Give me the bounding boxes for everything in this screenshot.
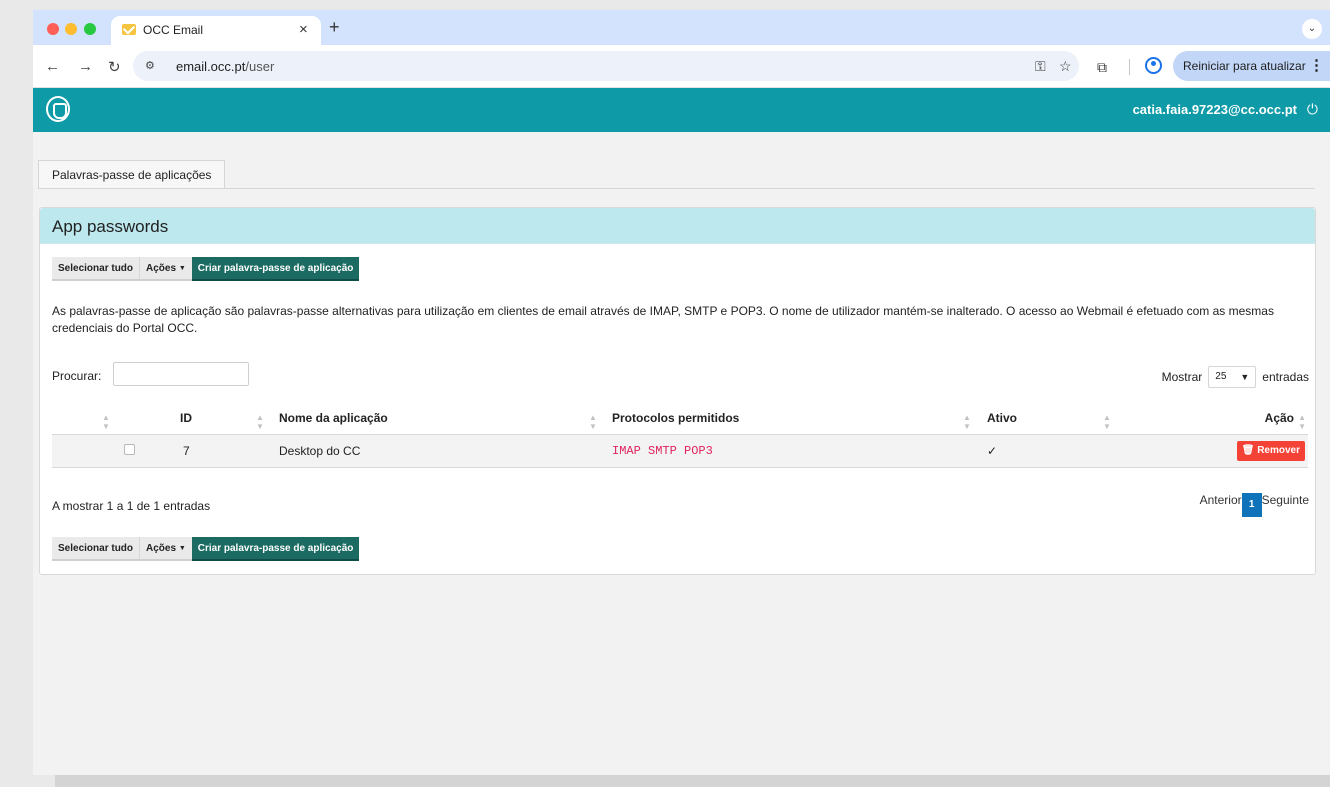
- actions-dropdown[interactable]: Ações ▼: [139, 257, 192, 281]
- tab-app-passwords[interactable]: Palavras-passe de aplicações: [38, 160, 226, 188]
- show-label: Mostrar: [1161, 370, 1203, 384]
- row-checkbox[interactable]: [124, 443, 135, 455]
- page-length-control: Mostrar 25 ▼ entradas: [1162, 366, 1309, 388]
- actions-dropdown-bottom[interactable]: Ações ▼: [139, 537, 192, 561]
- column-header-name[interactable]: Nome da aplicação ▲ ▼: [279, 402, 612, 435]
- panel-header: App passwords: [40, 208, 1315, 244]
- row-active-cell: ✓: [987, 434, 1110, 468]
- create-app-password-button[interactable]: Criar palavra-passe de aplicação: [191, 257, 360, 281]
- browser-toolbar: ← → ↻ ⚙ email.occ.pt/user ⚿ ☆ ⧉ Reinicia…: [33, 45, 1330, 88]
- page-1-button[interactable]: 1: [1241, 493, 1262, 517]
- restart-label: Reiniciar para atualizar: [1183, 59, 1306, 73]
- bottom-button-group: Selecionar tudo Ações ▼ Criar palavra-pa…: [52, 537, 360, 561]
- sort-icon: ▲ ▼: [102, 413, 110, 431]
- occ-logo-icon[interactable]: [46, 96, 70, 122]
- remove-button[interactable]: 🗑 Remover: [1236, 440, 1305, 461]
- app-header: catia.faia.97223@cc.occ.pt ⏻: [33, 88, 1330, 132]
- url-host: email.occ.pt: [176, 59, 246, 74]
- toolbar-divider: [1129, 59, 1130, 75]
- trash-icon: 🗑: [1241, 444, 1255, 456]
- window-shadow: [55, 775, 1330, 787]
- caret-down-icon: ▼: [178, 265, 186, 272]
- pagination: Anterior 1 Seguinte: [1200, 483, 1309, 517]
- reload-icon[interactable]: ↻: [108, 58, 121, 76]
- chevron-down-icon: ▼: [1240, 372, 1250, 382]
- app-passwords-table: ▲ ▼ ID ▲ ▼ Nome da aplicação ▲ ▼ Protocolos p…: [52, 402, 1308, 468]
- create-app-password-button-bottom[interactable]: Criar palavra-passe de aplicação: [191, 537, 360, 561]
- top-button-group: Selecionar tudo Ações ▼ Criar palavra-pa…: [52, 257, 360, 281]
- caret-down-icon: ▼: [178, 545, 186, 552]
- row-protocols-cell: IMAP SMTP POP3: [612, 434, 987, 468]
- sort-icon: ▲ ▼: [963, 413, 971, 431]
- column-header-protocols[interactable]: Protocolos permitidos ▲ ▼: [612, 402, 987, 435]
- site-settings-icon[interactable]: ⚙: [145, 59, 155, 72]
- tab-divider: [38, 188, 1315, 189]
- actions-label: Ações: [146, 263, 177, 274]
- actions-label: Ações: [146, 543, 177, 554]
- logout-power-icon[interactable]: ⏻: [1307, 101, 1318, 118]
- page-length-value: 25: [1215, 371, 1227, 382]
- active-check-icon: ✓: [987, 443, 998, 458]
- column-label-active: Ativo: [987, 410, 1017, 425]
- profile-icon[interactable]: [1145, 57, 1162, 74]
- entries-label: entradas: [1262, 370, 1309, 384]
- row-id: 7: [167, 434, 279, 468]
- sort-icon: ▲ ▼: [589, 413, 597, 431]
- column-header-action[interactable]: Ação ▲ ▼: [1110, 402, 1308, 435]
- tab-strip: OCC Email × + ⌄: [33, 10, 1330, 45]
- maximize-window-button[interactable]: [84, 23, 96, 35]
- app-passwords-panel: App passwords Selecionar tudo Ações ▼ Cr…: [39, 207, 1316, 575]
- column-label-id: ID: [180, 410, 192, 425]
- url-path: /user: [245, 59, 275, 74]
- sort-icon: ▲ ▼: [1298, 413, 1306, 431]
- browser-tab[interactable]: OCC Email ×: [111, 16, 321, 45]
- page-length-select[interactable]: 25 ▼: [1208, 366, 1257, 388]
- panel-title: App passwords: [52, 217, 169, 236]
- restart-to-update-button[interactable]: Reiniciar para atualizar ⋮: [1173, 51, 1330, 81]
- url-text: email.occ.pt/user: [176, 59, 274, 74]
- column-label-name: Nome da aplicação: [279, 410, 388, 425]
- table-info: A mostrar 1 a 1 de 1 entradas: [52, 499, 211, 513]
- bookmark-star-icon[interactable]: ☆: [1059, 58, 1072, 75]
- row-protocols: IMAP SMTP POP3: [612, 444, 713, 458]
- tab-search-button[interactable]: ⌄: [1302, 19, 1322, 39]
- row-select-cell: [52, 434, 167, 468]
- address-bar[interactable]: ⚙ email.occ.pt/user ⚿ ☆: [133, 51, 1079, 81]
- column-label-action: Ação: [1264, 410, 1294, 425]
- tab-title: OCC Email: [143, 23, 204, 37]
- table-row[interactable]: 7 Desktop do CC IMAP SMTP POP3 ✓ 🗑 Remov…: [52, 434, 1308, 468]
- row-app-name: Desktop do CC: [279, 434, 612, 468]
- minimize-window-button[interactable]: [65, 23, 77, 35]
- password-key-icon[interactable]: ⚿: [1035, 58, 1046, 75]
- back-icon[interactable]: ←: [45, 58, 60, 75]
- forward-icon[interactable]: →: [78, 58, 93, 75]
- column-header-id[interactable]: ID ▲ ▼: [167, 402, 279, 435]
- tab-close-icon[interactable]: ×: [299, 21, 308, 38]
- menu-dots-icon[interactable]: ⋮: [1309, 51, 1324, 81]
- column-header-select[interactable]: ▲ ▼: [52, 402, 167, 435]
- new-tab-button[interactable]: +: [329, 17, 340, 38]
- user-email[interactable]: catia.faia.97223@cc.occ.pt: [1133, 102, 1297, 117]
- mail-favicon-icon: [122, 24, 136, 35]
- select-all-button-bottom[interactable]: Selecionar tudo: [52, 537, 140, 561]
- remove-label: Remover: [1257, 444, 1300, 456]
- description-text: As palavras-passe de aplicação são palav…: [52, 304, 1274, 335]
- browser-window: OCC Email × + ⌄ ← → ↻ ⚙ email.occ.pt/use…: [33, 10, 1330, 775]
- close-window-button[interactable]: [47, 23, 59, 35]
- search-input[interactable]: [113, 362, 249, 386]
- row-action-cell: 🗑 Remover: [1110, 434, 1308, 468]
- column-label-protocols: Protocolos permitidos: [612, 410, 740, 425]
- column-header-active[interactable]: Ativo ▲ ▼: [987, 402, 1111, 435]
- previous-page-button[interactable]: Anterior: [1200, 493, 1242, 507]
- sort-icon: ▲ ▼: [256, 413, 264, 431]
- search-label: Procurar:: [52, 369, 102, 383]
- extensions-icon[interactable]: ⧉: [1097, 59, 1107, 76]
- select-all-button[interactable]: Selecionar tudo: [52, 257, 140, 281]
- next-page-button[interactable]: Seguinte: [1262, 493, 1309, 507]
